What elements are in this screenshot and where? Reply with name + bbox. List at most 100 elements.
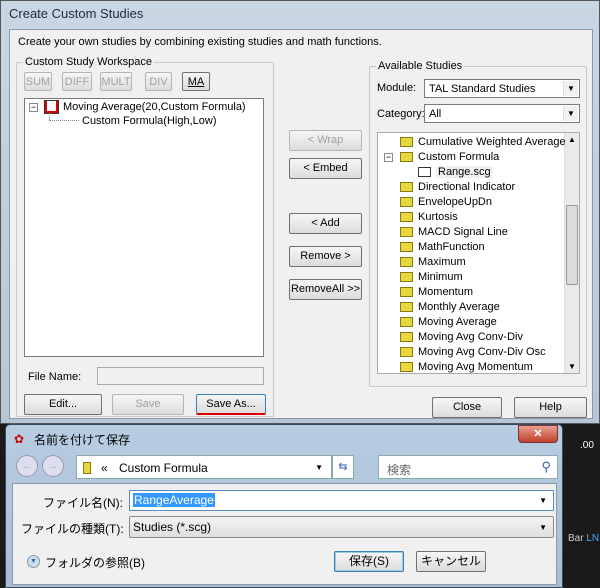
save-as-button[interactable]: Save As... xyxy=(196,394,266,415)
study-list-item-label: EnvelopeUpDn xyxy=(418,196,492,208)
category-value: All xyxy=(429,108,442,120)
close-button[interactable]: Close xyxy=(432,397,502,418)
save-as-dialog: ✿ 名前を付けて保存 ✕ ← → « Custom Formula ▼ ⇆ 検索… xyxy=(5,424,563,588)
folder-icon xyxy=(83,462,91,474)
study-list-item-label: Minimum xyxy=(418,271,463,283)
save-button[interactable]: Save xyxy=(112,394,184,415)
save-button[interactable]: 保存(S) xyxy=(334,551,404,572)
save-dialog-title: 名前を付けて保存 xyxy=(34,433,131,447)
scrollbar-thumb[interactable] xyxy=(566,205,578,285)
folder-icon xyxy=(400,242,413,253)
breadcrumb-path[interactable]: Custom Formula xyxy=(119,461,208,475)
folder-icon xyxy=(400,302,413,313)
study-list-item[interactable]: Kurtosis xyxy=(400,210,458,225)
study-list-item[interactable]: MathFunction xyxy=(400,240,485,255)
address-bar[interactable]: « Custom Formula ▼ xyxy=(76,455,332,479)
study-list-item[interactable]: Moving Average xyxy=(400,315,497,330)
back-icon[interactable]: ← xyxy=(16,455,38,477)
breadcrumb-prefix[interactable]: « xyxy=(101,461,108,475)
tree-item-moving-average[interactable]: Moving Average(20,Custom Formula) xyxy=(63,101,246,113)
file-name-field[interactable] xyxy=(97,367,264,385)
search-input[interactable]: 検索 ⚲ xyxy=(378,455,558,479)
study-list-item[interactable]: Cumulative Weighted Average xyxy=(400,135,566,150)
scroll-up-icon[interactable]: ▲ xyxy=(568,135,576,144)
scroll-down-icon[interactable]: ▼ xyxy=(568,362,576,371)
collapse-icon[interactable]: − xyxy=(29,103,38,112)
collapse-icon[interactable]: − xyxy=(384,153,393,162)
study-list-item-label: Moving Avg Conv-Div xyxy=(418,331,523,343)
study-list-item-label: MathFunction xyxy=(418,241,485,253)
study-list-item-label: Maximum xyxy=(418,256,466,268)
search-icon[interactable]: ⚲ xyxy=(541,459,551,475)
add-button[interactable]: < Add xyxy=(289,213,362,234)
studies-list[interactable]: ▲ ▼ Cumulative Weighted Average Custom Fo… xyxy=(377,132,580,374)
tree-item-custom-formula[interactable]: Custom Formula(High,Low) xyxy=(82,115,216,127)
refresh-icon[interactable]: ⇆ xyxy=(332,455,354,479)
workspace-tree[interactable]: − Moving Average(20,Custom Formula) Cust… xyxy=(24,98,264,357)
diff-button[interactable]: DIFF xyxy=(62,72,92,91)
remove-button[interactable]: Remove > xyxy=(289,246,362,267)
expand-icon[interactable]: ▼ xyxy=(27,555,40,568)
study-list-item-label: Custom Formula xyxy=(418,151,500,163)
search-placeholder: 検索 xyxy=(387,463,412,477)
module-select[interactable]: TAL Standard Studies ▼ xyxy=(424,79,580,98)
div-button[interactable]: DIV xyxy=(145,72,172,91)
edit-button[interactable]: Edit... xyxy=(24,394,102,415)
study-list-item[interactable]: Momentum xyxy=(400,285,473,300)
study-list-item-label: Moving Avg Conv-Div Osc xyxy=(418,346,546,358)
help-button[interactable]: Help xyxy=(514,397,587,418)
study-list-item[interactable]: Moving Avg Momentum xyxy=(400,360,533,373)
bg-value: .00 xyxy=(580,440,594,451)
mult-button[interactable]: MULT xyxy=(100,72,132,91)
app-icon: ✿ xyxy=(14,432,25,446)
remove-all-button[interactable]: RemoveAll >> xyxy=(289,279,362,300)
study-list-item[interactable]: MACD Signal Line xyxy=(400,225,508,240)
close-icon[interactable]: ✕ xyxy=(518,425,558,443)
cancel-button[interactable]: キャンセル xyxy=(416,551,486,572)
folder-icon xyxy=(400,362,413,373)
chevron-down-icon[interactable]: ▼ xyxy=(539,523,547,532)
chevron-down-icon[interactable]: ▼ xyxy=(315,463,323,472)
study-list-item[interactable]: Minimum xyxy=(400,270,463,285)
study-list-item[interactable]: Moving Avg Conv-Div Osc xyxy=(400,345,546,360)
ma-button[interactable]: MA xyxy=(182,72,210,91)
browse-folders-toggle[interactable]: フォルダの参照(B) xyxy=(45,554,145,571)
file-name-label: ファイル名(N): xyxy=(43,496,123,510)
study-list-item-label: Range.scg xyxy=(436,166,493,178)
tree-line xyxy=(49,120,79,121)
tree-line xyxy=(49,113,50,120)
file-name-input[interactable]: RangeAverage ▼ xyxy=(129,490,554,511)
study-list-item[interactable]: Range.scg xyxy=(418,165,493,180)
study-list-item-label: Momentum xyxy=(418,286,474,298)
study-list-item[interactable]: EnvelopeUpDn xyxy=(400,195,492,210)
wrap-button[interactable]: < Wrap xyxy=(289,130,362,151)
available-studies-label: Available Studies xyxy=(376,60,465,72)
file-icon xyxy=(418,167,431,178)
chevron-down-icon[interactable]: ▼ xyxy=(539,496,547,505)
embed-button[interactable]: < Embed xyxy=(289,158,362,179)
study-list-item-label: Moving Average xyxy=(418,316,497,328)
study-list-item-label: Moving Avg Momentum xyxy=(418,361,533,373)
chevron-down-icon[interactable]: ▼ xyxy=(563,81,578,96)
folder-icon xyxy=(400,287,413,298)
folder-icon xyxy=(400,332,413,343)
study-list-item[interactable]: Monthly Average xyxy=(400,300,500,315)
study-list-item-label: Directional Indicator xyxy=(418,181,516,193)
file-name-value: RangeAverage xyxy=(133,493,215,507)
forward-icon[interactable]: → xyxy=(42,455,64,477)
study-list-item[interactable]: Moving Avg Conv-Div xyxy=(400,330,523,345)
file-type-select[interactable]: Studies (*.scg) ▼ xyxy=(129,516,554,538)
chevron-down-icon[interactable]: ▼ xyxy=(563,106,578,121)
workspace-label: Custom Study Workspace xyxy=(23,56,154,68)
study-list-item[interactable]: Directional Indicator xyxy=(400,180,515,195)
folder-icon xyxy=(400,257,413,268)
intro-text: Create your own studies by combining exi… xyxy=(18,36,382,48)
category-select[interactable]: All ▼ xyxy=(424,104,580,123)
folder-icon xyxy=(400,347,413,358)
folder-icon xyxy=(400,152,413,163)
scrollbar[interactable]: ▲ ▼ xyxy=(564,133,579,373)
study-list-item[interactable]: Custom Formula xyxy=(400,150,499,165)
sum-button[interactable]: SUM xyxy=(24,72,52,91)
folder-icon xyxy=(400,212,413,223)
study-list-item[interactable]: Maximum xyxy=(400,255,466,270)
